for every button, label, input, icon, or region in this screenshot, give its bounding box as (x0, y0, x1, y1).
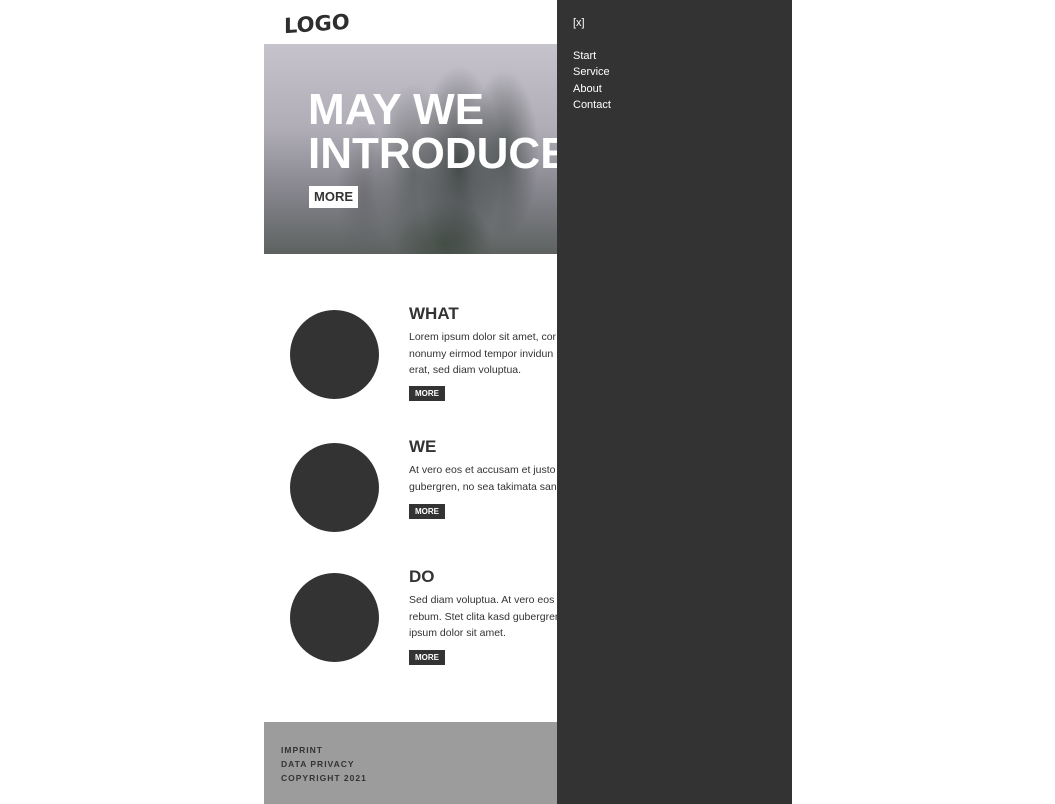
feature-more-button[interactable]: MORE (409, 386, 445, 401)
menu-overlay: [x] Start Service About Contact (557, 0, 792, 804)
feature-more-button[interactable]: MORE (409, 504, 445, 519)
footer-link-imprint[interactable]: IMPRINT (281, 745, 323, 755)
close-menu-button[interactable]: [x] (573, 17, 585, 29)
feature-image (290, 310, 379, 399)
feature-more-button[interactable]: MORE (409, 650, 445, 665)
feature-title: WE (409, 437, 437, 456)
feature-image (290, 573, 379, 662)
feature-title: DO (409, 567, 435, 586)
footer-link-copyright[interactable]: COPYRIGHT 2021 (281, 773, 367, 783)
menu-item-service[interactable]: Service (573, 66, 610, 78)
menu-item-about[interactable]: About (573, 83, 602, 95)
feature-title: WHAT (409, 304, 459, 323)
menu-item-start[interactable]: Start (573, 50, 596, 62)
feature-image (290, 443, 379, 532)
footer-link-data-privacy[interactable]: DATA PRIVACY (281, 759, 355, 769)
logo[interactable]: LOGO (284, 10, 350, 39)
menu-item-contact[interactable]: Contact (573, 99, 611, 111)
hero-more-button[interactable]: MORE (309, 186, 358, 208)
